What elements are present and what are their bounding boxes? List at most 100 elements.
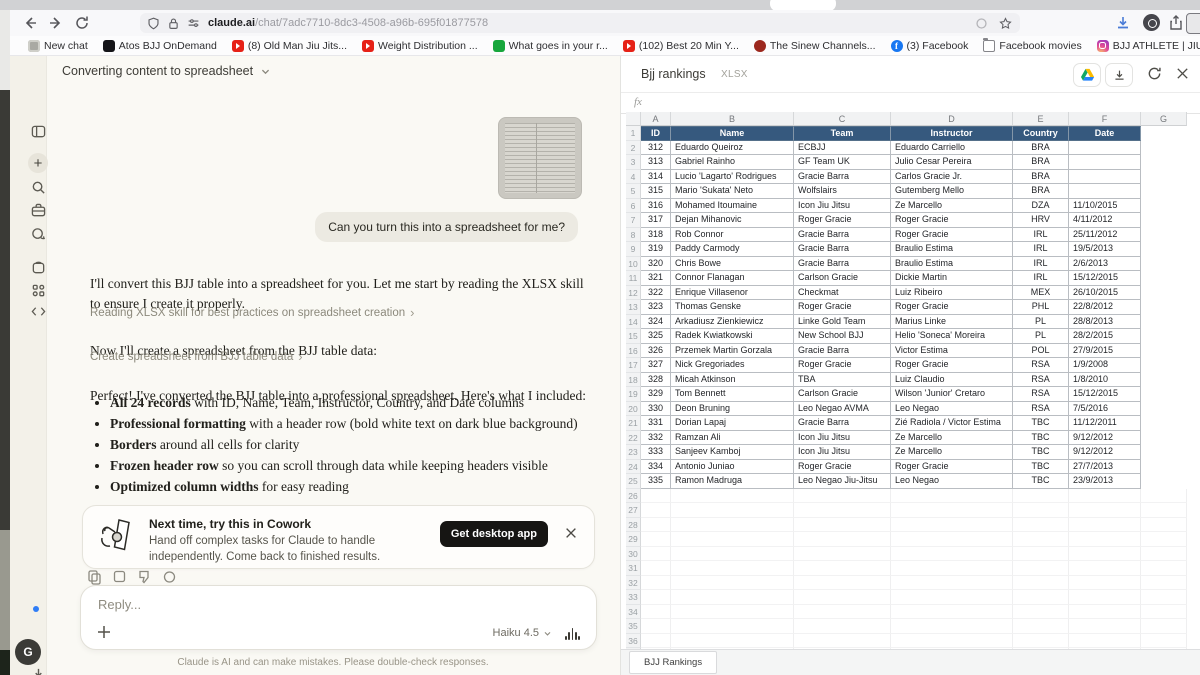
empty-cell[interactable] (1013, 576, 1069, 591)
sheet-cell[interactable]: 326 (641, 344, 671, 359)
sheet-cell[interactable]: Leo Negao AVMA (794, 402, 891, 417)
sheet-cell[interactable]: 19/5/2013 (1069, 242, 1141, 257)
bookmark-item[interactable]: Facebook movies (983, 40, 1081, 52)
sheet-cell[interactable]: 327 (641, 358, 671, 373)
sheet-cell[interactable] (1069, 170, 1141, 185)
sheet-cell[interactable]: Carlos Gracie Jr. (891, 170, 1013, 185)
sheet-cell[interactable] (1069, 155, 1141, 170)
download-app-icon[interactable] (28, 664, 48, 675)
empty-cell[interactable] (794, 547, 891, 562)
empty-cell[interactable] (1141, 503, 1187, 518)
table-header-cell[interactable]: Instructor (891, 126, 1013, 141)
sheet-cell[interactable]: 11/12/2011 (1069, 416, 1141, 431)
sheet-cell[interactable]: 1/9/2008 (1069, 358, 1141, 373)
sheet-cell[interactable]: 320 (641, 257, 671, 272)
empty-cell[interactable] (641, 634, 671, 649)
sheet-cell[interactable]: TBC (1013, 460, 1069, 475)
sheet-cell[interactable]: Ramon Madruga (671, 474, 794, 489)
sheet-cell[interactable]: Eduardo Carriello (891, 141, 1013, 156)
sheet-cell[interactable]: 316 (641, 199, 671, 214)
empty-cell[interactable] (1141, 605, 1187, 620)
empty-cell[interactable] (1069, 518, 1141, 533)
empty-cell[interactable] (641, 619, 671, 634)
row-number[interactable]: 18 (626, 373, 641, 388)
row-number[interactable]: 7 (626, 213, 641, 228)
sheet-cell[interactable]: New School BJJ (794, 329, 891, 344)
sheet-cell[interactable]: Ze Marcello (891, 431, 1013, 446)
empty-cell[interactable] (1013, 590, 1069, 605)
sheet-cell[interactable]: PHL (1013, 300, 1069, 315)
sheet-cell[interactable]: BRA (1013, 141, 1069, 156)
empty-cell[interactable] (641, 590, 671, 605)
empty-cell[interactable] (794, 489, 891, 504)
new-chat-icon[interactable]: + (28, 153, 48, 173)
column-header[interactable]: B (671, 112, 794, 126)
empty-cell[interactable] (671, 489, 794, 504)
bookmark-item[interactable]: (3) Facebook (891, 40, 969, 52)
sheet-cell[interactable]: Luiz Ribeiro (891, 286, 1013, 301)
url-bar[interactable]: claude.ai/chat/7adc7710-8dc3-4508-a96b-6… (140, 13, 1020, 33)
sheet-cell[interactable]: TBC (1013, 431, 1069, 446)
row-number[interactable]: 28 (626, 518, 641, 533)
table-header-cell[interactable]: Name (671, 126, 794, 141)
empty-cell[interactable] (1069, 489, 1141, 504)
sheet-cell[interactable]: Icon Jiu Jitsu (794, 445, 891, 460)
sheet-cell[interactable]: 315 (641, 184, 671, 199)
row-number[interactable]: 19 (626, 387, 641, 402)
download-button[interactable] (1105, 63, 1133, 87)
sheet-cell[interactable]: Gracie Barra (794, 416, 891, 431)
sheet-cell[interactable]: Icon Jiu Jitsu (794, 431, 891, 446)
sheet-cell[interactable]: 22/8/2012 (1069, 300, 1141, 315)
row-number[interactable]: 9 (626, 242, 641, 257)
bookmark-item[interactable]: (8) Old Man Jiu Jits... (232, 40, 347, 52)
empty-cell[interactable] (1141, 518, 1187, 533)
sheet-cell[interactable]: Radek Kwiatkowski (671, 329, 794, 344)
sheet-cell[interactable]: 27/7/2013 (1069, 460, 1141, 475)
edge-toolbar-icon[interactable] (1186, 13, 1200, 34)
empty-cell[interactable] (891, 561, 1013, 576)
empty-cell[interactable] (1013, 547, 1069, 562)
empty-cell[interactable] (891, 518, 1013, 533)
sheet-cell[interactable]: 328 (641, 373, 671, 388)
sheet-cell[interactable]: 322 (641, 286, 671, 301)
voice-input-icon[interactable] (565, 628, 580, 640)
empty-cell[interactable] (891, 503, 1013, 518)
sheet-cell[interactable]: Julio Cesar Pereira (891, 155, 1013, 170)
sheet-cell[interactable]: RSA (1013, 402, 1069, 417)
sheet-cell[interactable]: Leo Negao Jiu-Jitsu (794, 474, 891, 489)
row-number[interactable]: 10 (626, 257, 641, 272)
sheet-cell[interactable]: 27/9/2015 (1069, 344, 1141, 359)
column-header[interactable]: C (794, 112, 891, 126)
empty-cell[interactable] (1069, 605, 1141, 620)
sheet-cell[interactable]: 312 (641, 141, 671, 156)
sheet-cell[interactable]: Carlson Gracie (794, 271, 891, 286)
sheet-cell[interactable]: 329 (641, 387, 671, 402)
site-settings-icon[interactable] (187, 17, 200, 30)
sheet-cell[interactable]: 7/5/2016 (1069, 402, 1141, 417)
sheet-cell[interactable]: 9/12/2012 (1069, 431, 1141, 446)
bookmark-item[interactable]: The Sinew Channels... (754, 40, 876, 52)
empty-cell[interactable] (641, 532, 671, 547)
sheet-cell[interactable]: 331 (641, 416, 671, 431)
empty-cell[interactable] (1069, 576, 1141, 591)
sheet-cell[interactable]: Enrique Villasenor (671, 286, 794, 301)
sheet-cell[interactable] (1069, 141, 1141, 156)
sheet-cell[interactable]: Arkadiusz Zienkiewicz (671, 315, 794, 330)
reply-composer[interactable]: Reply... Haiku 4.5 (80, 585, 597, 650)
sheet-cell[interactable]: Rob Connor (671, 228, 794, 243)
sheet-cell[interactable]: POL (1013, 344, 1069, 359)
empty-cell[interactable] (794, 503, 891, 518)
sheet-cell[interactable]: IRL (1013, 228, 1069, 243)
sheet-cell[interactable]: 4/11/2012 (1069, 213, 1141, 228)
empty-cell[interactable] (671, 634, 794, 649)
empty-cell[interactable] (794, 619, 891, 634)
sheet-cell[interactable]: Roger Gracie (891, 228, 1013, 243)
empty-cell[interactable] (1013, 489, 1069, 504)
empty-cell[interactable] (1141, 576, 1187, 591)
sheet-cell[interactable]: Deon Bruning (671, 402, 794, 417)
row-number[interactable]: 17 (626, 358, 641, 373)
tool-step-link[interactable]: Create spreadsheet from BJJ table data› (90, 350, 303, 363)
row-number[interactable]: 6 (626, 199, 641, 214)
sheet-cell[interactable]: Roger Gracie (794, 358, 891, 373)
sheet-cell[interactable]: Gracie Barra (794, 344, 891, 359)
